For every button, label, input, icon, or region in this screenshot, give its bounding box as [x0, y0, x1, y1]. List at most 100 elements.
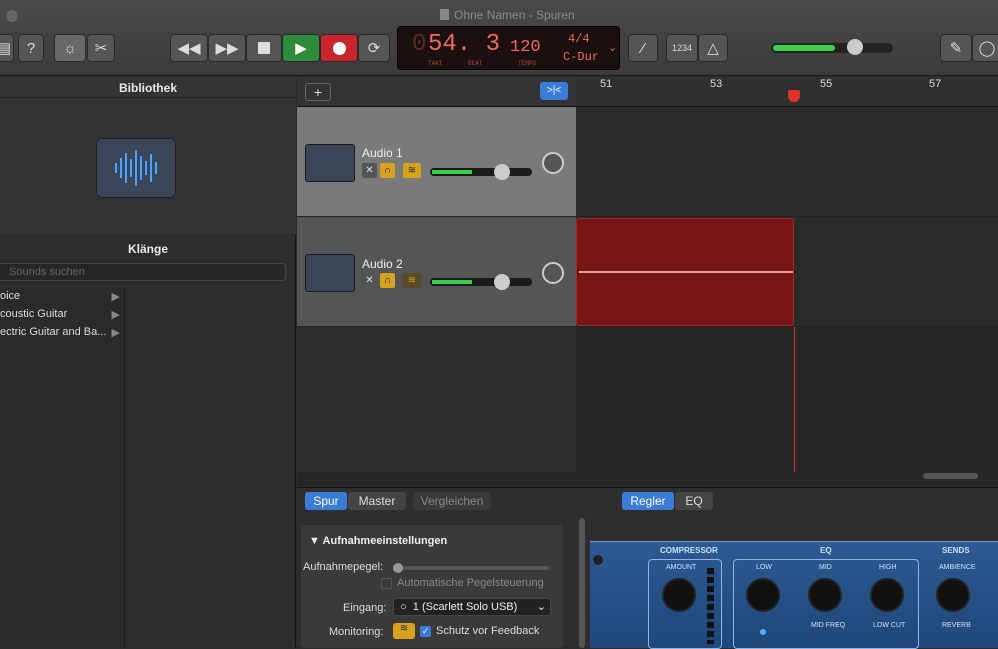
forward-button[interactable]: ▶▶ [208, 34, 246, 62]
tab-master[interactable]: Master [348, 492, 406, 510]
library-button[interactable]: ▤ [0, 34, 14, 62]
tracks-area: + >|< 51 53 55 57 Audio 1 ✕ ∩ ≋ Audio 2 … [297, 76, 998, 486]
record-button[interactable] [320, 34, 358, 62]
track-header[interactable]: Audio 1 ✕ ∩ ≋ [297, 107, 576, 217]
lcd-takt-label: TAKT [428, 60, 443, 67]
catch-playhead-button[interactable]: >|< [540, 82, 568, 100]
ambience-knob[interactable] [936, 578, 970, 612]
track-header[interactable]: Audio 2 ✕ ∩ ≋ [297, 217, 576, 327]
monitoring-label: Monitoring: [329, 626, 384, 638]
play-icon: ▶ [295, 40, 307, 57]
reverb-label: REVERB [942, 622, 971, 629]
lcd-position: 54. 3 [428, 31, 501, 58]
rewind-button[interactable]: ◀◀ [170, 34, 208, 62]
sounds-title: Klänge [127, 242, 168, 256]
audio-track-icon [305, 254, 355, 292]
track-name: Audio 2 [362, 257, 403, 271]
feedback-checkbox[interactable]: ✓ [420, 626, 431, 637]
waveform-bar [145, 161, 147, 175]
amount-label: AMOUNT [666, 564, 697, 571]
lcd-tempo: 120 [510, 38, 541, 57]
panel-scrollbar[interactable] [579, 518, 585, 648]
mid-knob[interactable] [808, 578, 842, 612]
editors-button[interactable]: ✂ [87, 34, 115, 62]
audio-region[interactable] [576, 218, 794, 326]
track-volume-fader[interactable] [430, 274, 532, 290]
rewind-icon: ◀◀ [177, 40, 201, 57]
cycle-button[interactable]: ⟳ [358, 34, 390, 62]
tab-eq[interactable]: EQ [675, 492, 713, 510]
loop-icon: ◯ [978, 40, 996, 57]
high-knob[interactable] [870, 578, 904, 612]
add-track-button[interactable]: + [305, 83, 331, 101]
pan-knob[interactable] [542, 152, 564, 174]
waveform-bar [125, 153, 127, 183]
stop-button[interactable] [246, 34, 282, 62]
play-button[interactable]: ▶ [282, 34, 320, 62]
master-volume-level [773, 45, 835, 51]
library-category-item[interactable]: oice ▶ [0, 290, 120, 308]
low-knob[interactable] [746, 578, 780, 612]
library-category-item[interactable]: ectric Guitar and Ba... ▶ [0, 326, 120, 344]
section-title[interactable]: ▼ Aufnahmeeinstellungen [309, 535, 447, 547]
auto-level-label: Automatische Pegelsteuerung [397, 577, 544, 589]
ruler-bar-number: 57 [929, 78, 942, 90]
close-window-button[interactable] [6, 10, 18, 22]
headphone-icon[interactable]: ∩ [380, 273, 395, 288]
forward-icon: ▶▶ [215, 40, 239, 57]
lcd-signature: 4/4 [568, 32, 590, 46]
fader-knob[interactable] [494, 164, 510, 180]
monitoring-button[interactable]: ≋ [393, 623, 415, 639]
loop-browser-button[interactable]: ◯ [972, 34, 998, 62]
metronome-button[interactable]: △ [698, 34, 728, 62]
low-cut-label: LOW CUT [873, 622, 906, 629]
notepad-icon: ✎ [949, 40, 963, 57]
record-enable-button[interactable]: ≋ [403, 273, 421, 288]
master-volume-knob[interactable] [847, 39, 863, 55]
lcd-display[interactable]: 0 54. 3 TAKT BEAT 120 TEMPO 4/4 C-Dur ⌄ [397, 26, 620, 70]
count-in-button[interactable]: 1234 [666, 34, 698, 62]
chevron-down-icon[interactable]: ⌄ [608, 41, 617, 55]
record-level-slider[interactable] [393, 563, 549, 573]
gain-reduction-meter [707, 568, 714, 644]
tuner-button[interactable]: ⁄ [628, 34, 658, 62]
tab-controls[interactable]: Regler [622, 492, 674, 510]
headphone-icon[interactable]: ∩ [380, 163, 395, 178]
master-volume-slider[interactable] [771, 39, 893, 55]
library-categories: oice ▶ coustic Guitar ▶ ectric Guitar and … [0, 288, 125, 647]
screw-icon [593, 555, 603, 565]
auto-level-checkbox[interactable] [381, 578, 392, 589]
ruler[interactable]: 51 53 55 57 [576, 76, 998, 107]
mono-input-icon: ○ [400, 601, 413, 613]
playhead-marker[interactable] [788, 90, 800, 102]
document-icon [440, 9, 449, 20]
notepad-button[interactable]: ✎ [940, 34, 972, 62]
compare-button[interactable]: Vergleichen [413, 492, 491, 510]
pan-knob[interactable] [542, 262, 564, 284]
smart-controls-button[interactable]: ☼ [54, 34, 86, 62]
track-lane[interactable] [576, 107, 998, 217]
high-label: HIGH [879, 564, 897, 571]
ruler-bar-number: 53 [710, 78, 723, 90]
audio-track-icon [305, 144, 355, 182]
mute-button[interactable]: ✕ [362, 163, 377, 178]
mute-button[interactable]: ✕ [362, 273, 377, 288]
waveform-bar [135, 150, 137, 186]
chevron-right-icon: ▶ [111, 327, 120, 339]
sounds-search-input[interactable]: Sounds suchen [0, 263, 286, 281]
help-button[interactable]: ? [18, 34, 44, 62]
empty-track-area[interactable] [297, 327, 576, 472]
window-title: Ohne Namen - Spuren [440, 8, 575, 22]
stop-icon [258, 42, 270, 54]
library-category-item[interactable]: coustic Guitar ▶ [0, 308, 120, 326]
track-volume-fader[interactable] [430, 164, 532, 180]
scissors-icon: ✂ [94, 40, 108, 57]
record-enable-button[interactable]: ≋ [403, 163, 421, 178]
fader-knob[interactable] [494, 274, 510, 290]
tab-track[interactable]: Spur [305, 492, 347, 510]
horizontal-scrollbar[interactable] [923, 473, 978, 479]
amount-knob[interactable] [662, 578, 696, 612]
slider-knob[interactable] [393, 563, 403, 573]
input-select[interactable]: ○ 1 (Scarlett Solo USB) ⌄ [393, 598, 551, 616]
track-lane[interactable] [576, 217, 998, 327]
